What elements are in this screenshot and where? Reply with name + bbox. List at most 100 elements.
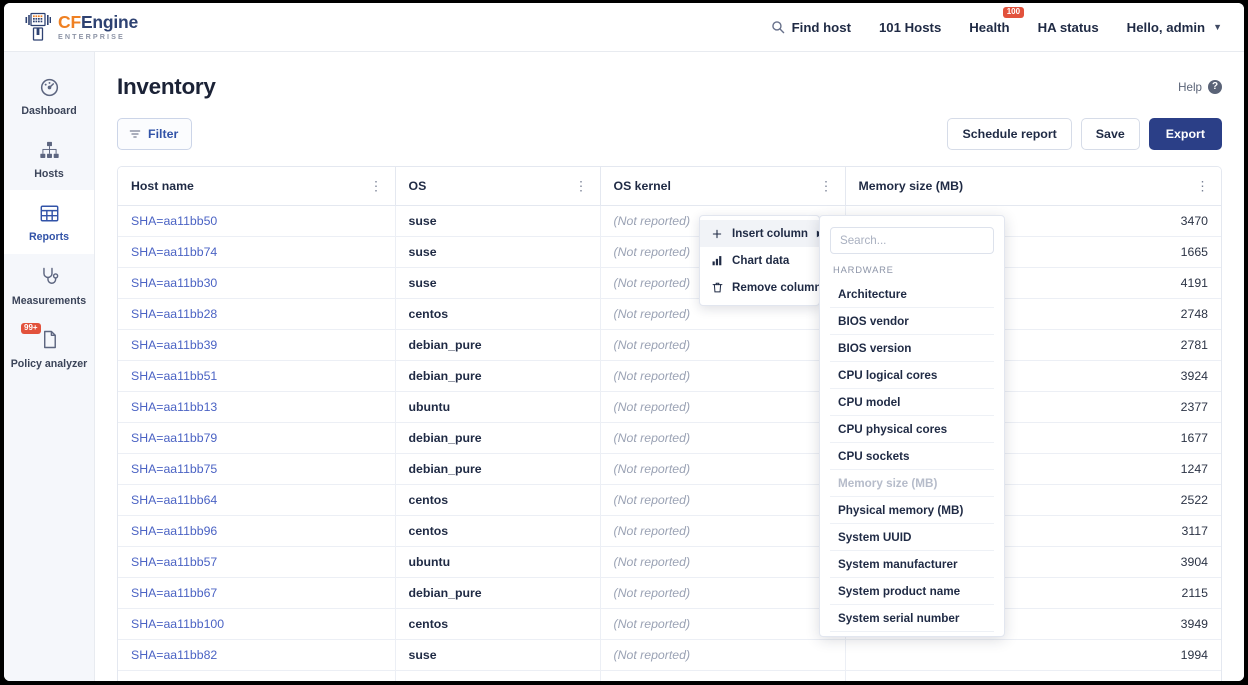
- export-button[interactable]: Export: [1148, 118, 1222, 151]
- insert-column-option[interactable]: System UUID: [830, 524, 994, 551]
- nav-hosts[interactable]: 101 Hosts: [879, 20, 941, 35]
- cell-host-name[interactable]: SHA=aa11bb28: [118, 298, 395, 331]
- nav-user-menu[interactable]: Hello, admin ▼: [1127, 20, 1222, 35]
- table-row: SHA=aa11bb57 ubuntu (Not reported) 3904: [118, 546, 1221, 579]
- cell-os: debian_pure: [394, 577, 600, 610]
- column-menu-icon-memory-size[interactable]: ⋮: [1193, 180, 1212, 193]
- cell-os: suse: [394, 205, 600, 238]
- cell-host-name[interactable]: SHA=aa11bb82: [118, 639, 395, 672]
- schedule-report-button[interactable]: Schedule report: [947, 118, 1072, 151]
- sidebar-item-dashboard-label: Dashboard: [21, 105, 77, 117]
- insert-column-search-input[interactable]: [830, 227, 994, 254]
- insert-column-option[interactable]: Architecture: [830, 281, 994, 308]
- insert-column-option[interactable]: BIOS version: [830, 335, 994, 362]
- nav-hosts-label: 101 Hosts: [878, 19, 942, 35]
- sidebar-item-measurements[interactable]: Measurements: [4, 254, 94, 317]
- table-row: SHA=aa11bb67 debian_pure (Not reported) 211…: [118, 577, 1221, 610]
- top-navigation-bar: CFEngine ENTERPRISE Find host 101 Hosts …: [4, 3, 1244, 52]
- context-menu-item-insert-column[interactable]: Insert column ▶: [700, 220, 823, 247]
- plus-icon: [711, 229, 723, 239]
- application-window: CFEngine ENTERPRISE Find host 101 Hosts …: [4, 3, 1244, 681]
- insert-column-option[interactable]: Physical memory (MB): [830, 497, 994, 524]
- column-header-memory-size-label: Memory size (MB): [858, 179, 964, 194]
- table-row: SHA=aa11bb76centos(Not reported)1149: [118, 670, 1221, 681]
- column-menu-icon-os[interactable]: ⋮: [572, 180, 591, 193]
- cell-host-name[interactable]: SHA=aa11bb50: [118, 205, 395, 238]
- cell-os-kernel: (Not reported): [599, 608, 845, 641]
- cell-host-name[interactable]: SHA=aa11bb39: [118, 329, 395, 362]
- column-header-host-name[interactable]: Host name ⋮: [118, 167, 395, 207]
- cell-host-name[interactable]: SHA=aa11bb75: [118, 453, 395, 486]
- insert-column-option[interactable]: CPU sockets: [830, 443, 994, 470]
- cell-host-name[interactable]: SHA=aa11bb67: [118, 577, 395, 610]
- cell-host-name[interactable]: SHA=aa11bb96: [118, 515, 395, 548]
- cell-os: ubuntu: [394, 391, 600, 424]
- page-header: Inventory Help ?: [117, 74, 1222, 100]
- cell-host-name[interactable]: SHA=aa11bb57: [118, 546, 395, 579]
- table-header-row: Host name ⋮ OS ⋮ OS kernel ⋮ Memory size…: [118, 167, 1221, 207]
- cell-os: centos: [394, 608, 600, 641]
- brand-name-cf: CF: [58, 11, 81, 32]
- insert-column-option[interactable]: CPU logical cores: [830, 362, 994, 389]
- table-row: SHA=aa11bb82 suse (Not reported) 1994: [118, 639, 1221, 672]
- insert-column-dropdown: HARDWARE ArchitectureBIOS vendorBIOS ver…: [819, 215, 1005, 637]
- cell-host-name[interactable]: SHA=aa11bb74: [118, 236, 395, 269]
- cell-host-name[interactable]: SHA=aa11bb30: [118, 267, 395, 300]
- cell-os: debian_pure: [394, 329, 600, 362]
- cell-host-name[interactable]: SHA=aa11bb64: [118, 484, 395, 517]
- cell-os: debian_pure: [394, 360, 600, 393]
- cell-os: suse: [394, 267, 600, 300]
- context-menu-item-remove-column[interactable]: Remove column: [700, 274, 822, 301]
- sidebar: Dashboard Hosts Reports Measurements 99+…: [4, 52, 95, 681]
- column-header-host-name-label: Host name: [131, 179, 194, 194]
- insert-column-option[interactable]: System manufacturer: [830, 551, 994, 578]
- column-header-os[interactable]: OS ⋮: [394, 167, 600, 207]
- nav-find-host[interactable]: Find host: [771, 20, 851, 35]
- nav-health[interactable]: Health 100: [969, 6, 1024, 35]
- insert-column-option[interactable]: CPU model: [830, 389, 994, 416]
- filter-label: Filter: [148, 127, 179, 141]
- sidebar-item-dashboard[interactable]: Dashboard: [4, 64, 94, 127]
- cell-host-name[interactable]: SHA=aa11bb13: [118, 391, 395, 424]
- brand-logo[interactable]: CFEngine ENTERPRISE: [4, 12, 138, 42]
- insert-column-option[interactable]: System product name: [830, 578, 994, 605]
- toolbar: Filter Schedule report Save Export: [117, 118, 1222, 151]
- column-header-memory-size[interactable]: Memory size (MB) ⋮: [844, 167, 1221, 207]
- insert-column-option[interactable]: BIOS vendor: [830, 308, 994, 335]
- nav-health-label: Health: [969, 19, 1010, 35]
- insert-column-option[interactable]: CPU physical cores: [830, 416, 994, 443]
- column-header-os-label: OS: [408, 179, 427, 194]
- toolbar-right-actions: Schedule report Save Export: [947, 118, 1222, 151]
- sidebar-item-policy-analyzer[interactable]: 99+ Policy analyzer: [4, 317, 94, 380]
- cell-host-name[interactable]: SHA=aa11bb79: [118, 422, 395, 455]
- column-menu-icon-os-kernel[interactable]: ⋮: [817, 180, 836, 193]
- help-label: Help: [1178, 80, 1202, 94]
- column-menu-icon-host-name[interactable]: ⋮: [367, 180, 386, 193]
- column-header-os-kernel[interactable]: OS kernel ⋮: [599, 167, 845, 207]
- cell-os: ubuntu: [394, 546, 600, 579]
- question-mark-icon: ?: [1208, 80, 1222, 94]
- cell-os-kernel: (Not reported): [599, 546, 845, 579]
- help-link[interactable]: Help ?: [1178, 74, 1222, 94]
- cell-os: debian_pure: [394, 453, 600, 486]
- sidebar-item-hosts[interactable]: Hosts: [4, 127, 94, 190]
- save-button[interactable]: Save: [1080, 118, 1140, 151]
- cell-os-kernel: (Not reported): [599, 670, 845, 681]
- cell-host-name[interactable]: SHA=aa11bb76: [118, 670, 395, 681]
- insert-column-option[interactable]: System version: [830, 632, 994, 636]
- health-badge: 100: [1003, 6, 1024, 18]
- filter-button[interactable]: Filter: [117, 118, 193, 151]
- main-content: Inventory Help ? Filter Schedule report …: [95, 52, 1244, 681]
- cell-host-name[interactable]: SHA=aa11bb51: [118, 360, 395, 393]
- sidebar-item-reports[interactable]: Reports: [4, 190, 94, 254]
- context-menu-item-chart-data[interactable]: Chart data: [700, 247, 819, 274]
- cell-os-kernel: (Not reported): [599, 515, 845, 548]
- cell-os-kernel: (Not reported): [599, 484, 845, 517]
- context-menu-item-insert-column-label: Insert column: [732, 227, 809, 240]
- table-row: SHA=aa11bb75 debian_pure (Not reported) 124…: [118, 453, 1221, 486]
- cell-host-name[interactable]: SHA=aa11bb100: [118, 608, 395, 641]
- nav-ha-status[interactable]: HA status: [1038, 20, 1099, 35]
- cell-memory-size: 1994: [844, 639, 1221, 672]
- table-row: SHA=aa11bb28 centos (Not reported) 2748: [118, 298, 1221, 331]
- insert-column-option[interactable]: System serial number: [830, 605, 994, 632]
